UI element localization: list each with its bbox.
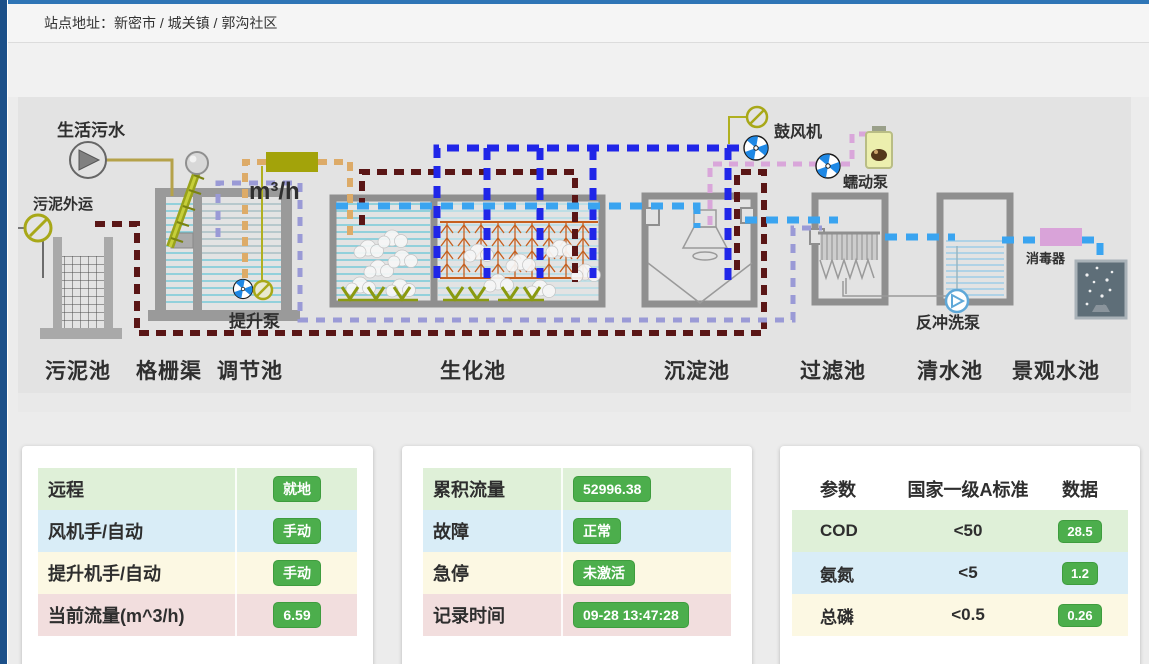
column-header: 参数 bbox=[792, 476, 904, 502]
row-label: 当前流量(m^3/h) bbox=[38, 602, 235, 628]
process-flow-diagram: 生活污水 污泥外运 m³/h 提升泵 鼓风机 蠕动泵 消毒器 反冲洗泵 污泥池 … bbox=[18, 97, 1131, 393]
status-badge: 手动 bbox=[273, 518, 321, 544]
row-label: 累积流量 bbox=[423, 476, 561, 502]
param-name: 总磷 bbox=[792, 603, 904, 628]
bio-tank bbox=[333, 198, 602, 304]
table-row: 急停 未激活 bbox=[423, 552, 731, 594]
row-value-cell: 手动 bbox=[235, 552, 357, 594]
table-row: 远程 就地 bbox=[38, 468, 357, 510]
tank-label-regulating: 调节池 bbox=[217, 359, 283, 383]
scada-dashboard: 站点地址：新密市 / 城关镇 / 郭沟社区 bbox=[0, 0, 1149, 664]
table-row: 累积流量 52996.38 bbox=[423, 468, 731, 510]
tank-label-filter: 过滤池 bbox=[800, 359, 866, 383]
column-header: 国家一级A标准 bbox=[904, 476, 1032, 502]
param-standard: <0.5 bbox=[904, 605, 1032, 625]
row-value-cell: 正常 bbox=[561, 510, 731, 552]
inflow-label: 生活污水 bbox=[57, 120, 126, 140]
row-value-cell: 就地 bbox=[235, 468, 357, 510]
table-row: COD <50 28.5 bbox=[792, 510, 1128, 552]
column-header: 数据 bbox=[1032, 476, 1128, 502]
blower-valve-icon bbox=[747, 107, 767, 127]
tank-labels: 污泥池 格栅渠 调节池 生化池 沉淀池 过滤池 清水池 景观水池 bbox=[45, 359, 1100, 383]
backwash-pump-icon bbox=[946, 290, 968, 312]
disinfector-box bbox=[1040, 228, 1082, 246]
breadcrumb: 站点地址：新密市 / 城关镇 / 郭沟社区 bbox=[8, 13, 277, 33]
disinfector-label: 消毒器 bbox=[1026, 251, 1066, 266]
table-row: 记录时间 09-28 13:47:28 bbox=[423, 594, 731, 636]
row-label: 风机手/自动 bbox=[38, 518, 235, 544]
row-label: 故障 bbox=[423, 518, 561, 544]
clear-water-tank bbox=[940, 196, 1010, 302]
param-standard: <50 bbox=[904, 521, 1032, 541]
tank-label-scenic: 景观水池 bbox=[1012, 360, 1100, 383]
value-badge: 0.26 bbox=[1058, 604, 1101, 627]
blower-valve-line bbox=[729, 117, 748, 144]
blower-label: 鼓风机 bbox=[774, 122, 822, 141]
tank-label-bio: 生化池 bbox=[440, 359, 506, 383]
sludge-outflow-label: 污泥外运 bbox=[33, 195, 93, 213]
row-label: 远程 bbox=[38, 476, 235, 502]
row-label: 提升机手/自动 bbox=[38, 560, 235, 586]
dosing-pump-label: 蠕动泵 bbox=[843, 173, 888, 191]
lift-pump-valve-icon bbox=[254, 281, 272, 299]
breadcrumb-bar: 站点地址：新密市 / 城关镇 / 郭沟社区 bbox=[8, 4, 1149, 43]
status-badge: 正常 bbox=[573, 518, 621, 544]
value-badge: 28.5 bbox=[1058, 520, 1101, 543]
scenic-pool bbox=[1076, 261, 1126, 318]
tank-label-clearwater: 清水池 bbox=[917, 359, 983, 383]
row-value-cell: 09-28 13:47:28 bbox=[561, 594, 731, 636]
tank-label-sedimentation: 沉淀池 bbox=[664, 359, 730, 383]
param-value-cell: 1.2 bbox=[1032, 562, 1128, 585]
row-value-cell: 52996.38 bbox=[561, 468, 731, 510]
flow-unit-label: m³/h bbox=[249, 178, 300, 205]
table-row: 风机手/自动 手动 bbox=[38, 510, 357, 552]
table-row: 提升机手/自动 手动 bbox=[38, 552, 357, 594]
value-badge: 1.2 bbox=[1062, 562, 1098, 585]
water-quality-card: 参数 国家一级A标准 数据 COD <50 28.5 氨氮 <5 1.2 总磷 … bbox=[780, 446, 1140, 664]
status-badge: 就地 bbox=[273, 476, 321, 502]
status-badge: 6.59 bbox=[273, 602, 320, 628]
param-value-cell: 28.5 bbox=[1032, 520, 1128, 543]
diagram-footer-strip bbox=[18, 393, 1131, 412]
blower-fan-icon-1 bbox=[744, 134, 768, 160]
header-spacer bbox=[8, 43, 1149, 97]
lift-pump-label: 提升泵 bbox=[229, 312, 280, 331]
flow-meter-icon bbox=[266, 152, 318, 172]
table-row: 总磷 <0.5 0.26 bbox=[792, 594, 1128, 636]
row-label: 急停 bbox=[423, 560, 561, 586]
param-value-cell: 0.26 bbox=[1032, 604, 1128, 627]
inflow-pump-icon bbox=[70, 142, 106, 178]
row-label: 记录时间 bbox=[423, 602, 561, 628]
param-name: COD bbox=[792, 521, 904, 541]
backwash-suction-pipe bbox=[843, 281, 946, 296]
filter-tank bbox=[810, 196, 885, 302]
left-accent-bar bbox=[0, 0, 8, 664]
backwash-pump-label: 反冲洗泵 bbox=[916, 313, 980, 332]
status-badge: 09-28 13:47:28 bbox=[573, 602, 689, 628]
param-name: 氨氮 bbox=[792, 561, 904, 586]
sludge-tank bbox=[40, 237, 122, 339]
table-row: 当前流量(m^3/h) 6.59 bbox=[38, 594, 357, 636]
status-badge: 未激活 bbox=[573, 560, 635, 586]
status-badge: 手动 bbox=[273, 560, 321, 586]
table-row: 氨氮 <5 1.2 bbox=[792, 552, 1128, 594]
tank-label-sludge: 污泥池 bbox=[45, 360, 111, 383]
flow-status-card: 累积流量 52996.38 故障 正常 急停 未激活 记录时间 09-28 13… bbox=[402, 446, 752, 664]
row-value-cell: 手动 bbox=[235, 510, 357, 552]
control-status-card: 远程 就地 风机手/自动 手动 提升机手/自动 手动 当前流量(m^3/h) 6… bbox=[22, 446, 373, 664]
table-row: 故障 正常 bbox=[423, 510, 731, 552]
blower-fan-icon-2 bbox=[816, 152, 840, 178]
process-flow-svg: 生活污水 污泥外运 m³/h 提升泵 鼓风机 蠕动泵 消毒器 反冲洗泵 污泥池 … bbox=[18, 97, 1131, 393]
row-value-cell: 未激活 bbox=[561, 552, 731, 594]
status-badge: 52996.38 bbox=[573, 476, 651, 502]
dosing-pump-icon bbox=[866, 126, 892, 168]
row-value-cell: 6.59 bbox=[235, 594, 357, 636]
tank-label-grate: 格栅渠 bbox=[136, 359, 202, 383]
sludge-outflow-valve-icon bbox=[18, 215, 51, 278]
param-standard: <5 bbox=[904, 563, 1032, 583]
table-header-row: 参数 国家一级A标准 数据 bbox=[792, 468, 1128, 510]
